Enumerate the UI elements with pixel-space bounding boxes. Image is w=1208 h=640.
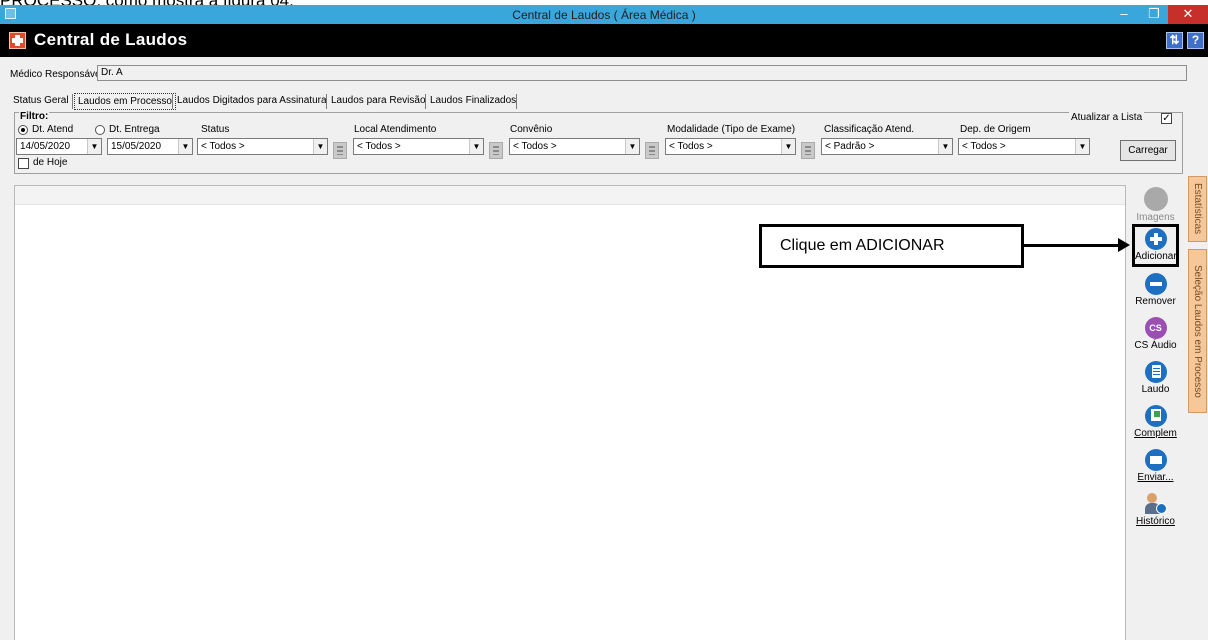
filter-legend: Filtro:	[19, 111, 50, 122]
app-title: Central de Laudos	[34, 30, 188, 49]
de-hoje-checkbox[interactable]	[18, 158, 29, 169]
dep-origem-label: Dep. de Origem	[960, 124, 1031, 135]
document-icon	[1144, 361, 1167, 383]
atualizar-label: Atualizar a Lista	[1069, 112, 1145, 123]
enviar-button[interactable]: Enviar...	[1132, 447, 1179, 490]
convenio-value: < Todos >	[513, 141, 557, 152]
dep-origem-select[interactable]: < Todos > ▼	[958, 138, 1090, 155]
medico-label: Médico Responsável:	[10, 69, 106, 80]
medico-field: Dr. A	[97, 65, 1187, 81]
callout-arrow-line	[1024, 244, 1122, 247]
tab-laudos-revisao[interactable]: Laudos para Revisão	[328, 93, 429, 110]
window-titlebar[interactable]: Central de Laudos ( Área Médica ) – ❐ ✕	[0, 5, 1208, 24]
dt-atend-label: Dt. Atend	[32, 124, 74, 135]
de-hoje-label: de Hoje	[33, 157, 68, 168]
app-header: Central de Laudos ⇅ ?	[0, 24, 1208, 57]
minimize-button[interactable]: –	[1110, 5, 1138, 24]
remover-button[interactable]: Remover	[1132, 271, 1179, 314]
help-button[interactable]: ?	[1187, 32, 1204, 49]
chevron-down-icon[interactable]: ▼	[1075, 139, 1089, 154]
arrow-right-icon	[1118, 238, 1130, 252]
laudo-label: Laudo	[1141, 384, 1170, 395]
modalidade-label: Modalidade (Tipo de Exame)	[667, 124, 796, 135]
side-tab-selecao[interactable]: Seleção Laudos em Processo	[1188, 249, 1207, 413]
complem-label: Complem	[1134, 428, 1177, 439]
instruction-callout: Clique em ADICIONAR	[759, 224, 1024, 268]
tab-divider	[425, 94, 426, 109]
enviar-label: Enviar...	[1137, 472, 1174, 483]
date-to-picker[interactable]: 15/05/2020 ▼	[107, 138, 193, 155]
historico-label: Histórico	[1136, 516, 1175, 527]
convenio-filter-icon[interactable]	[645, 142, 659, 159]
tab-divider	[516, 94, 517, 109]
status-label: Status	[201, 124, 230, 135]
classificacao-select[interactable]: < Padrão > ▼	[821, 138, 953, 155]
atualizar-checkbox[interactable]: ✓	[1161, 113, 1172, 124]
plus-icon	[1144, 228, 1167, 250]
adicionar-button[interactable]: Adicionar	[1132, 224, 1179, 267]
switch-view-button[interactable]: ⇅	[1166, 32, 1183, 49]
tab-divider	[72, 94, 73, 109]
imagens-button[interactable]: Imagens	[1132, 185, 1179, 228]
convenio-label: Convênio	[510, 124, 553, 135]
dt-entrega-label: Dt. Entrega	[109, 124, 160, 135]
user-history-icon	[1144, 493, 1168, 515]
carregar-button[interactable]: Carregar	[1120, 140, 1176, 161]
imagens-icon	[1143, 187, 1168, 211]
imagens-label: Imagens	[1136, 212, 1175, 223]
date-to-value: 15/05/2020	[111, 141, 162, 152]
local-select[interactable]: < Todos > ▼	[353, 138, 484, 155]
tab-divider	[326, 94, 327, 109]
adicionar-label: Adicionar	[1135, 251, 1177, 262]
local-value: < Todos >	[357, 141, 401, 152]
historico-button[interactable]: Histórico	[1132, 491, 1179, 534]
tab-status-geral[interactable]: Status Geral	[10, 93, 72, 110]
status-value: < Todos >	[201, 141, 245, 152]
mail-icon	[1144, 449, 1167, 471]
modalidade-value: < Todos >	[669, 141, 713, 152]
tab-laudos-em-processo[interactable]: Laudos em Processo	[74, 93, 176, 110]
tab-laudos-digitados[interactable]: Laudos Digitados para Assinatura	[174, 93, 330, 110]
modalidade-select[interactable]: < Todos > ▼	[665, 138, 796, 155]
classificacao-value: < Padrão >	[825, 141, 875, 152]
classificacao-label: Classificação Atend.	[824, 124, 915, 135]
list-header	[15, 186, 1125, 205]
complem-button[interactable]: Complem	[1132, 403, 1179, 446]
dt-entrega-radio[interactable]	[95, 125, 105, 135]
convenio-select[interactable]: < Todos > ▼	[509, 138, 640, 155]
close-button[interactable]: ✕	[1168, 5, 1208, 24]
window-title: Central de Laudos ( Área Médica )	[512, 8, 696, 22]
chevron-down-icon[interactable]: ▼	[87, 139, 101, 154]
remover-label: Remover	[1135, 296, 1176, 307]
dep-origem-value: < Todos >	[962, 141, 1006, 152]
minus-icon	[1144, 273, 1167, 295]
cs-audio-label: CS Áudio	[1134, 340, 1177, 351]
chevron-down-icon[interactable]: ▼	[938, 139, 952, 154]
laudo-button[interactable]: Laudo	[1132, 359, 1179, 402]
dt-atend-radio[interactable]	[18, 125, 28, 135]
chevron-down-icon[interactable]: ▼	[781, 139, 795, 154]
side-tab-estatisticas[interactable]: Estatísticas	[1188, 176, 1207, 242]
app-logo-icon	[9, 32, 26, 49]
chevron-down-icon[interactable]: ▼	[625, 139, 639, 154]
app-window: Central de Laudos ( Área Médica ) – ❐ ✕ …	[0, 5, 1208, 640]
date-from-picker[interactable]: 14/05/2020 ▼	[16, 138, 102, 155]
status-select[interactable]: < Todos > ▼	[197, 138, 328, 155]
tab-laudos-finalizados[interactable]: Laudos Finalizados	[427, 93, 519, 110]
status-filter-icon[interactable]	[333, 142, 347, 159]
chevron-down-icon[interactable]: ▼	[178, 139, 192, 154]
date-from-value: 14/05/2020	[20, 141, 71, 152]
tab-divider	[172, 94, 173, 109]
maximize-button[interactable]: ❐	[1140, 5, 1168, 24]
cs-audio-icon: CS	[1144, 317, 1167, 339]
chevron-down-icon[interactable]: ▼	[313, 139, 327, 154]
local-label: Local Atendimento	[354, 124, 437, 135]
modalidade-filter-icon[interactable]	[801, 142, 815, 159]
cs-audio-button[interactable]: CS CS Áudio	[1132, 315, 1179, 358]
local-filter-icon[interactable]	[489, 142, 503, 159]
chevron-down-icon[interactable]: ▼	[469, 139, 483, 154]
complement-icon	[1144, 405, 1167, 427]
